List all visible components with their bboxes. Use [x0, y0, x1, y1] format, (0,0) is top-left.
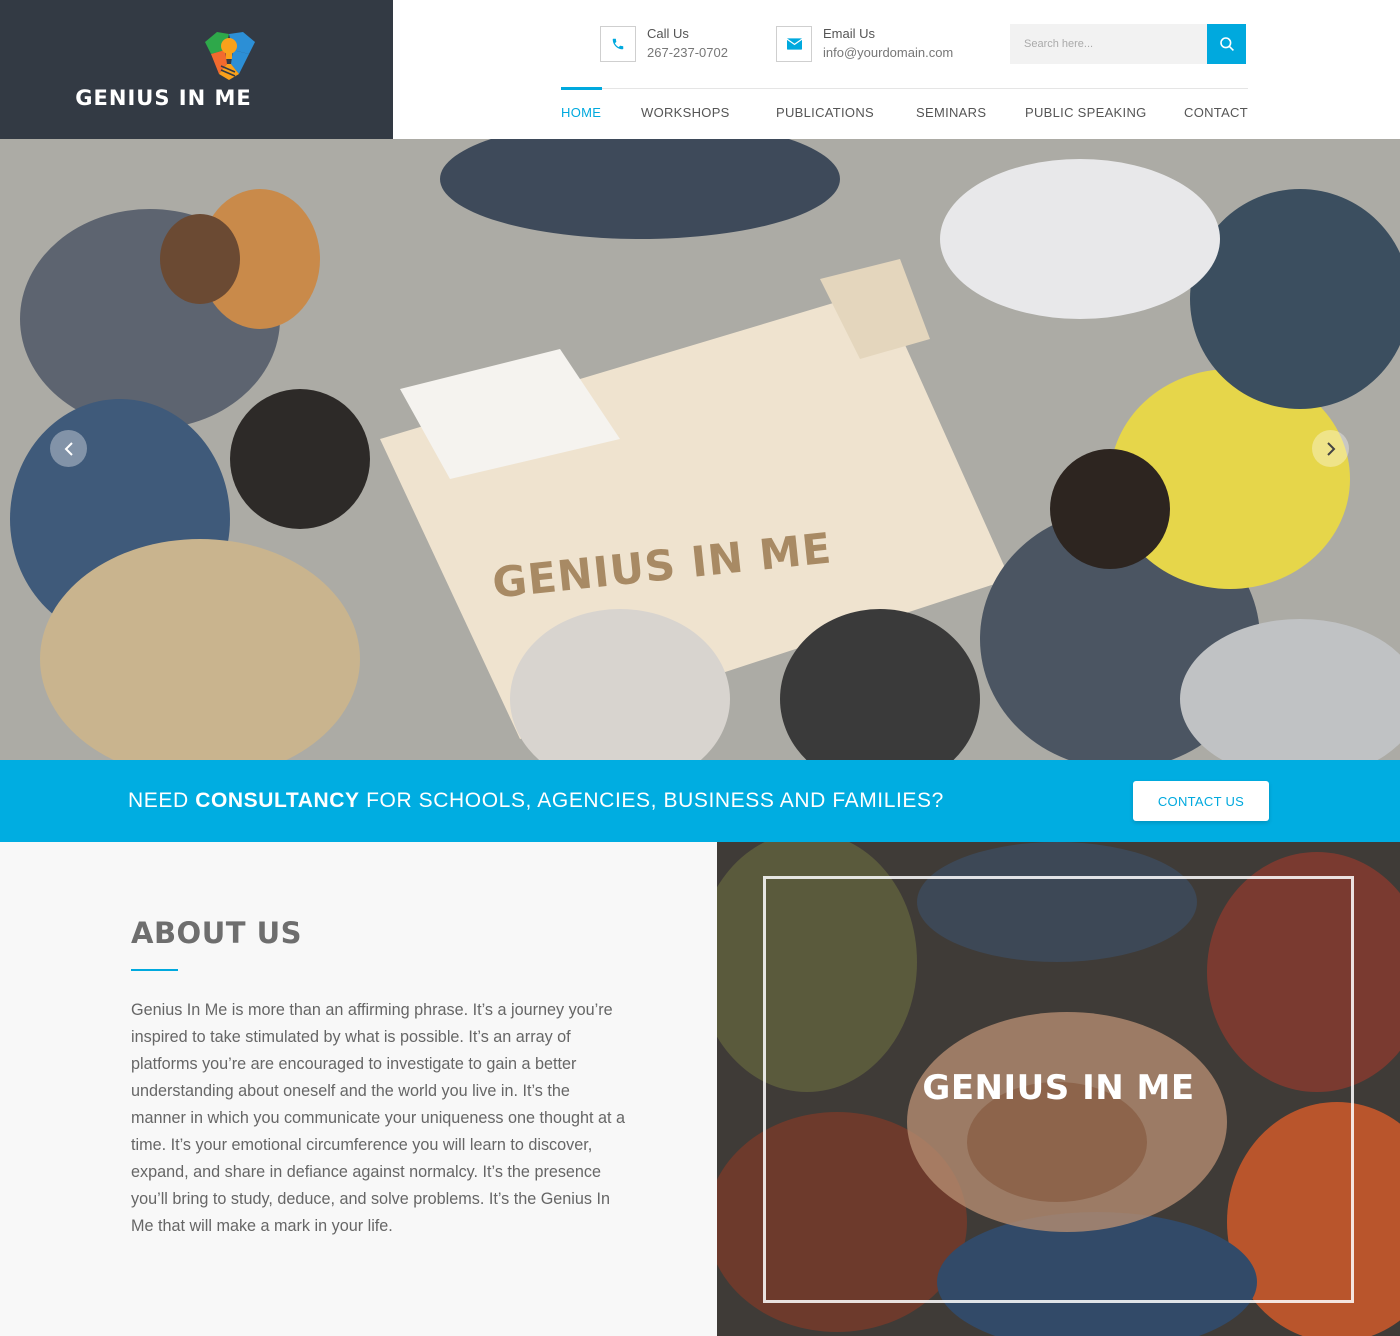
call-us[interactable]: Call Us 267-237-0702 [600, 26, 750, 64]
email-us-label: Email Us [823, 26, 876, 41]
about-section: ABOUT US Genius In Me is more than an af… [0, 842, 717, 1336]
contact-us-button[interactable]: CONTACT US [1133, 781, 1269, 821]
envelope-icon [776, 26, 812, 62]
phone-icon [600, 26, 636, 62]
email-address[interactable]: info@yourdomain.com [823, 45, 953, 60]
banner-text: NEED CONSULTANCY FOR SCHOOLS, AGENCIES, … [128, 789, 944, 813]
nav-item-publications[interactable]: PUBLICATIONS [776, 105, 874, 120]
slider-next-button[interactable] [1312, 430, 1349, 467]
about-body: Genius In Me is more than an affirming p… [131, 1001, 626, 1235]
main-nav: HOME WORKSHOPS PUBLICATIONS SEMINARS PUB… [561, 105, 1261, 125]
banner-text-before: NEED [128, 789, 196, 812]
about-title: ABOUT US [131, 916, 303, 950]
logo[interactable]: GENIUS IN ME [0, 0, 393, 139]
banner-text-bold: CONSULTANCY [195, 789, 360, 812]
search-button[interactable] [1207, 24, 1246, 64]
logo-text: GENIUS IN ME [75, 86, 252, 110]
hero-slider: GENIUS IN ME [0, 139, 1400, 760]
chevron-left-icon [64, 441, 73, 456]
call-us-label: Call Us [647, 26, 689, 41]
about-title-underline [131, 969, 178, 971]
nav-divider [561, 88, 1248, 89]
nav-item-public-speaking[interactable]: PUBLIC SPEAKING [1025, 105, 1147, 120]
nav-item-home[interactable]: HOME [561, 105, 601, 120]
nav-item-seminars[interactable]: SEMINARS [916, 105, 986, 120]
search-icon [1219, 37, 1234, 51]
search-box [1010, 24, 1246, 64]
email-us[interactable]: Email Us info@yourdomain.com [776, 26, 976, 64]
logo-mark-icon [205, 32, 255, 80]
team-title: GENIUS IN ME [922, 1068, 1195, 1108]
hero-image [0, 139, 1400, 760]
phone-number[interactable]: 267-237-0702 [647, 45, 728, 60]
nav-active-indicator [561, 87, 602, 90]
team-image-panel: GENIUS IN ME [717, 842, 1400, 1336]
nav-item-workshops[interactable]: WORKSHOPS [641, 105, 730, 120]
nav-item-contact[interactable]: CONTACT [1184, 105, 1248, 120]
chevron-right-icon [1326, 441, 1335, 456]
site-header: GENIUS IN ME Call Us 267-237-0702 Email … [0, 0, 1400, 139]
search-input[interactable] [1010, 24, 1207, 64]
banner-text-after: FOR SCHOOLS, AGENCIES, BUSINESS AND FAMI… [359, 789, 944, 812]
slider-prev-button[interactable] [50, 430, 87, 467]
consultancy-banner: NEED CONSULTANCY FOR SCHOOLS, AGENCIES, … [0, 760, 1400, 842]
